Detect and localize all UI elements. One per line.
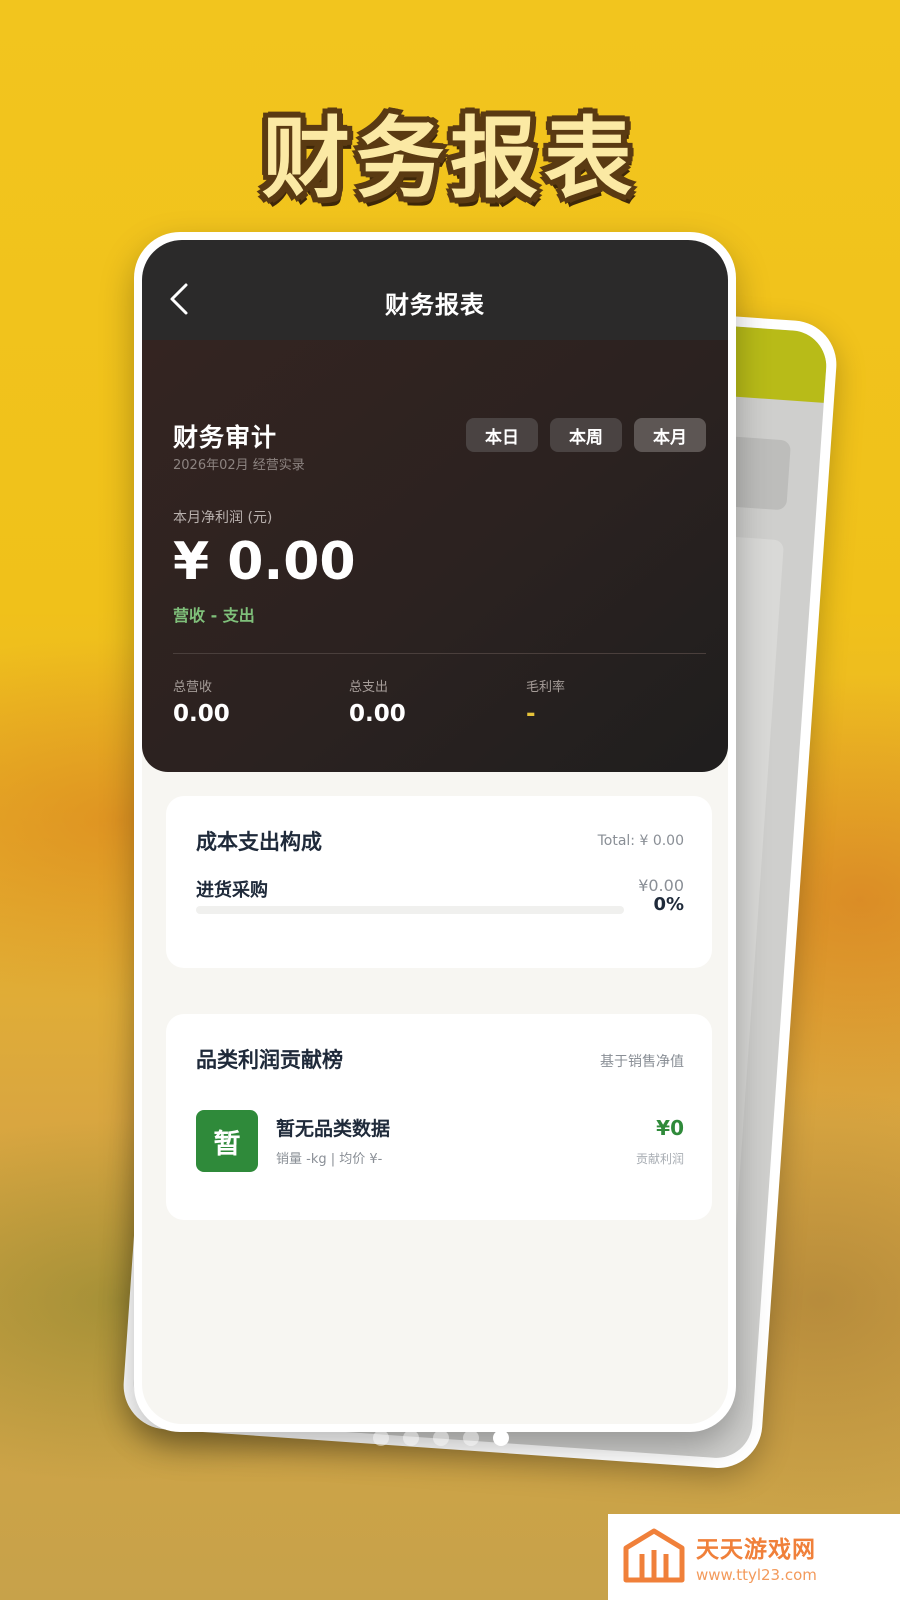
carousel-dots [373, 1430, 509, 1446]
app-header: 财务报表 [142, 240, 728, 340]
summary-subtitle: 2026年02月 经营实录 [173, 458, 305, 473]
cost-total: Total: ¥ 0.00 [597, 833, 684, 849]
phone-mockup: 财务报表 财务审计 2026年02月 经营实录 本日 本周 本月 本月净利润 (… [134, 232, 736, 1432]
watermark-url: www.ttyl23.com [696, 1566, 817, 1584]
category-detail: 销量 -kg | 均价 ¥- [276, 1152, 383, 1167]
stat-value: 0.00 [349, 701, 406, 727]
tab-week[interactable]: 本周 [550, 418, 622, 452]
category-profit: ¥0 [656, 1116, 684, 1140]
cost-breakdown-card: 成本支出构成 Total: ¥ 0.00 进货采购 ¥0.00 0% [166, 796, 712, 968]
stat-label: 毛利率 [526, 680, 566, 695]
summary-title: 财务审计 [173, 423, 278, 452]
cost-item-percent: 0% [653, 894, 684, 915]
ranking-basis: 基于销售净值 [600, 1054, 684, 1070]
page-title: 财务报表 [385, 291, 485, 319]
profit-formula: 营收 - 支出 [173, 606, 255, 625]
card-title: 品类利润贡献榜 [196, 1048, 343, 1072]
stat-total-expense: 总支出 0.00 [349, 676, 406, 727]
net-profit-label: 本月净利润 (元) [173, 510, 273, 526]
cost-item-label: 进货采购 [196, 880, 268, 901]
list-item[interactable]: 暂 暂无品类数据 销量 -kg | 均价 ¥- ¥0 贡献利润 [196, 1110, 684, 1172]
category-name: 暂无品类数据 [276, 1118, 391, 1140]
tab-day[interactable]: 本日 [466, 418, 538, 452]
app-screen: 财务报表 财务审计 2026年02月 经营实录 本日 本周 本月 本月净利润 (… [142, 240, 728, 1424]
watermark-name: 天天游戏网 [696, 1537, 816, 1563]
stat-value: 0.00 [173, 701, 230, 727]
avatar: 暂 [196, 1110, 258, 1172]
cost-progress-track [196, 906, 624, 914]
card-title: 成本支出构成 [196, 830, 322, 854]
carousel-dot[interactable] [463, 1430, 479, 1446]
carousel-dot[interactable] [433, 1430, 449, 1446]
period-tabs: 本日 本周 本月 [466, 418, 706, 452]
tab-month[interactable]: 本月 [634, 418, 706, 452]
stat-gross-margin: 毛利率 - [526, 676, 565, 727]
stat-value: - [526, 701, 536, 727]
divider [173, 653, 706, 654]
carousel-dot[interactable] [493, 1430, 509, 1446]
category-ranking-card: 品类利润贡献榜 基于销售净值 暂 暂无品类数据 销量 -kg | 均价 ¥- ¥… [166, 1014, 712, 1220]
stat-total-revenue: 总营收 0.00 [173, 676, 230, 727]
banner-title: 财务报表 [261, 107, 638, 210]
carousel-dot[interactable] [403, 1430, 419, 1446]
carousel-dot[interactable] [373, 1430, 389, 1446]
finance-summary-card: 财务审计 2026年02月 经营实录 本日 本周 本月 本月净利润 (元) ¥ … [142, 340, 728, 772]
stat-label: 总营收 [173, 680, 213, 695]
net-profit-value: ¥ 0.00 [173, 532, 356, 592]
stat-label: 总支出 [349, 680, 389, 695]
watermark: 天天游戏网 www.ttyl23.com [608, 1514, 900, 1600]
cost-item-amount: ¥0.00 [638, 876, 684, 895]
category-profit-label: 贡献利润 [635, 1152, 684, 1166]
house-logo-icon [623, 1528, 685, 1583]
